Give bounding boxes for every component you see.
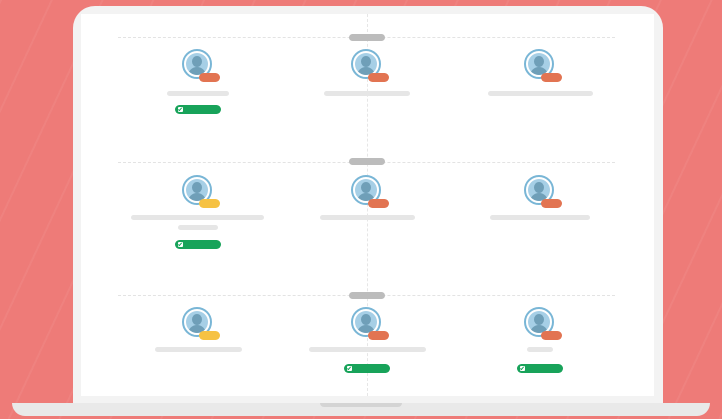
checkbox-checked-icon (178, 242, 183, 247)
status-badge (541, 73, 562, 82)
laptop-base-notch (320, 403, 402, 407)
name-placeholder (155, 347, 242, 352)
name-placeholder (527, 347, 553, 352)
name-placeholder (167, 91, 229, 96)
status-badge (199, 73, 220, 82)
checked-pill[interactable] (175, 105, 221, 114)
laptop-screen (81, 14, 654, 396)
checkbox-checked-icon (347, 366, 352, 371)
status-badge (541, 331, 562, 340)
checked-pill[interactable] (175, 240, 221, 249)
name-placeholder (320, 215, 415, 220)
checked-pill[interactable] (517, 364, 563, 373)
checkbox-checked-icon (520, 366, 525, 371)
name-placeholder (488, 91, 593, 96)
status-badge (368, 199, 389, 208)
row-2-tag (349, 158, 385, 165)
status-badge (199, 199, 220, 208)
checked-pill[interactable] (344, 364, 390, 373)
laptop-frame (73, 6, 663, 416)
row-1-tag (349, 34, 385, 41)
name-placeholder (490, 215, 590, 220)
name-placeholder (309, 347, 426, 352)
status-badge (368, 331, 389, 340)
checkbox-checked-icon (178, 107, 183, 112)
status-badge (199, 331, 220, 340)
name-placeholder (131, 215, 264, 220)
detail-placeholder (178, 225, 218, 230)
status-badge (541, 199, 562, 208)
name-placeholder (324, 91, 410, 96)
status-badge (368, 73, 389, 82)
row-3-tag (349, 292, 385, 299)
